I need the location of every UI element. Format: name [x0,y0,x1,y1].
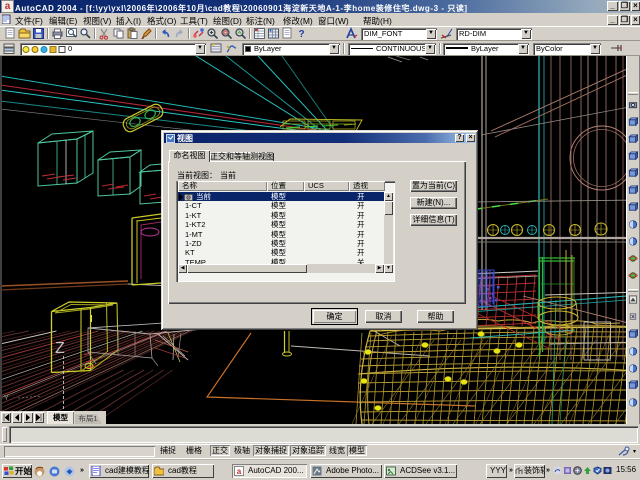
svg-text:Y: Y [4,395,9,402]
svg-text:Z: Z [55,340,65,357]
svg-text:?: ? [298,29,304,40]
svg-text:a: a [237,467,242,476]
